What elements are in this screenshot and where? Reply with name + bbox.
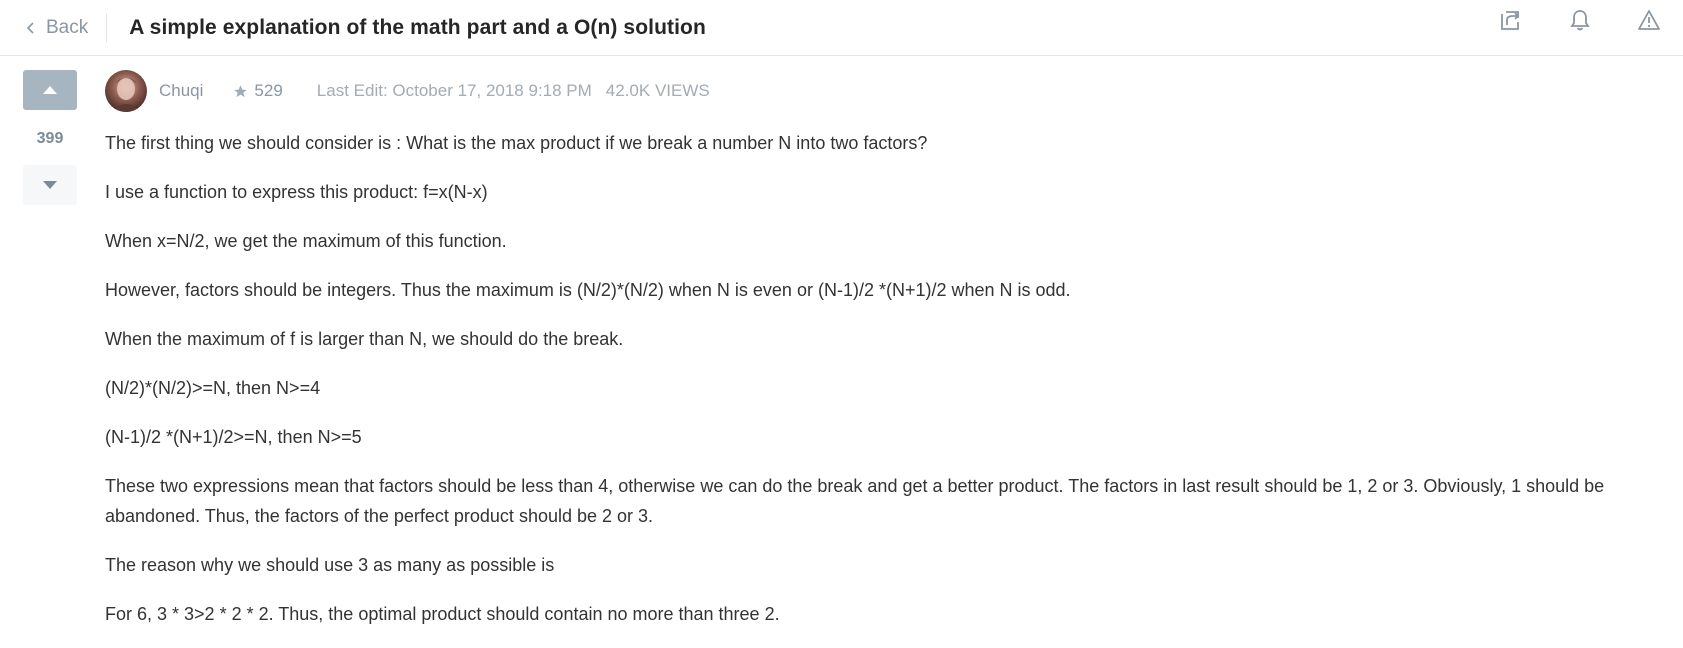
post-body: The first thing we should consider is : … [105,128,1675,648]
post-paragraph: However, factors should be integers. Thu… [105,280,1071,300]
post-paragraph: When the maximum of f is larger than N, … [105,329,624,349]
share-icon [1499,8,1523,37]
caret-up-icon [43,81,57,99]
bell-icon [1569,8,1591,37]
post-meta: Chuqi 529 Last Edit: October 17, 2018 9:… [105,70,710,112]
report-warning-icon [1637,8,1661,37]
post-paragraph: When x=N/2, we get the maximum of this f… [105,231,507,251]
report-button[interactable] [1634,7,1664,37]
notification-button[interactable] [1565,7,1595,37]
share-button[interactable] [1496,7,1526,37]
back-label: Back [46,16,89,38]
post-paragraph: For 6, 3 * 3>2 * 2 * 2. Thus, the optima… [105,604,780,624]
author-name[interactable]: Chuqi [159,81,203,101]
post-paragraph: These two expressions mean that factors … [105,476,1605,526]
post-paragraph: (N/2)*(N/2)>=N, then N>=4 [105,378,321,398]
avatar[interactable] [105,70,147,112]
view-count: 42.0K VIEWS [605,81,710,100]
post-paragraph: The reason why we should use 3 as many a… [105,555,555,575]
top-bar: Back A simple explanation of the math pa… [0,0,1683,56]
back-button[interactable]: Back [0,13,108,42]
star-icon [233,84,248,99]
vote-panel: 399 [23,70,77,205]
chevron-left-icon [24,19,40,37]
caret-down-icon [43,176,57,194]
post-paragraph: (N-1)/2 *(N+1)/2>=N, then N>=5 [105,427,362,447]
reputation-value: 529 [254,81,283,100]
post-paragraph: I use a function to express this product… [105,182,488,202]
reputation: 529 [233,81,283,101]
downvote-button[interactable] [23,165,77,205]
post-paragraph: The first thing we should consider is : … [105,133,928,153]
vote-count: 399 [36,130,64,147]
upvote-button[interactable] [23,70,77,110]
last-edit: Last Edit: October 17, 2018 9:18 PM [316,81,592,100]
post-title: A simple explanation of the math part an… [129,15,706,39]
